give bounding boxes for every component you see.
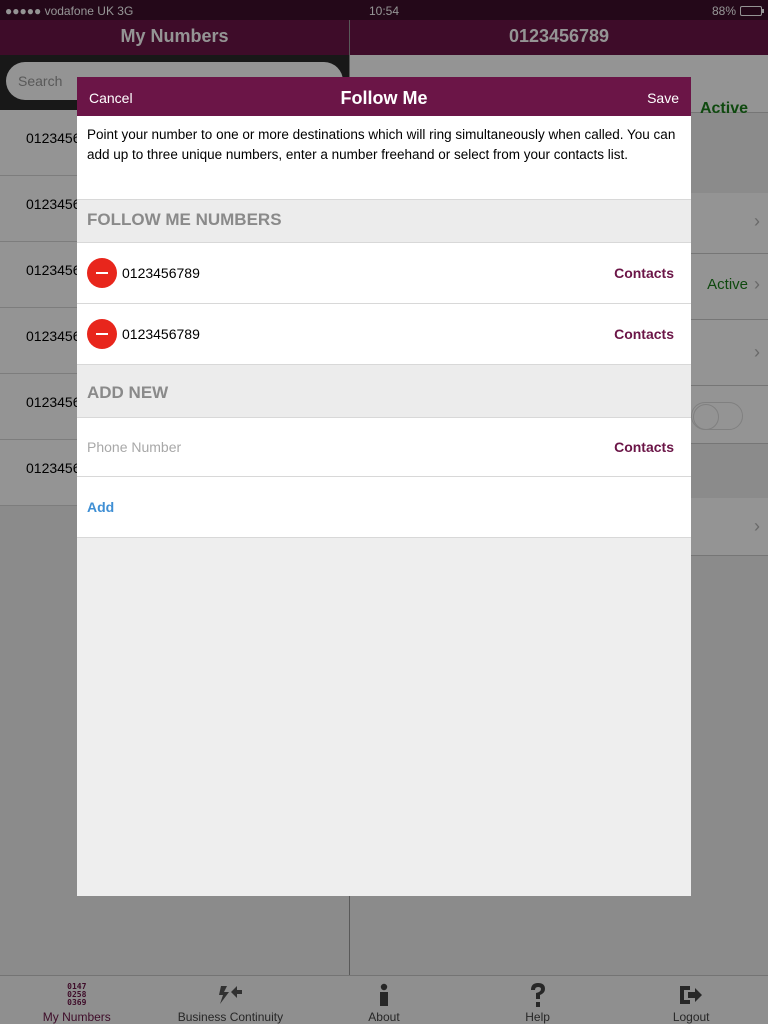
follow-me-numbers-header: FOLLOW ME NUMBERS	[77, 200, 691, 243]
follow-me-modal: Cancel Follow Me Save Point your number …	[77, 77, 691, 896]
contacts-button[interactable]: Contacts	[614, 439, 674, 455]
follow-me-number-row: 0123456789 Contacts	[77, 243, 691, 304]
follow-me-number-row: 0123456789 Contacts	[77, 304, 691, 365]
modal-title: Follow Me	[340, 88, 428, 108]
add-row: Add	[77, 477, 691, 538]
remove-number-button[interactable]	[87, 258, 117, 288]
contacts-button[interactable]: Contacts	[614, 326, 674, 342]
add-button[interactable]: Add	[87, 499, 114, 515]
follow-me-number-value: 0123456789	[122, 265, 200, 281]
phone-number-input[interactable]	[87, 439, 615, 455]
intro-text: Point your number to one or more destina…	[77, 116, 691, 200]
add-new-header: ADD NEW	[77, 365, 691, 418]
phone-number-row: Contacts	[77, 418, 691, 477]
follow-me-number-value: 0123456789	[122, 326, 200, 342]
modal-nav-bar: Cancel Follow Me Save	[77, 77, 691, 116]
remove-number-button[interactable]	[87, 319, 117, 349]
save-button[interactable]: Save	[647, 90, 679, 106]
contacts-button[interactable]: Contacts	[614, 265, 674, 281]
